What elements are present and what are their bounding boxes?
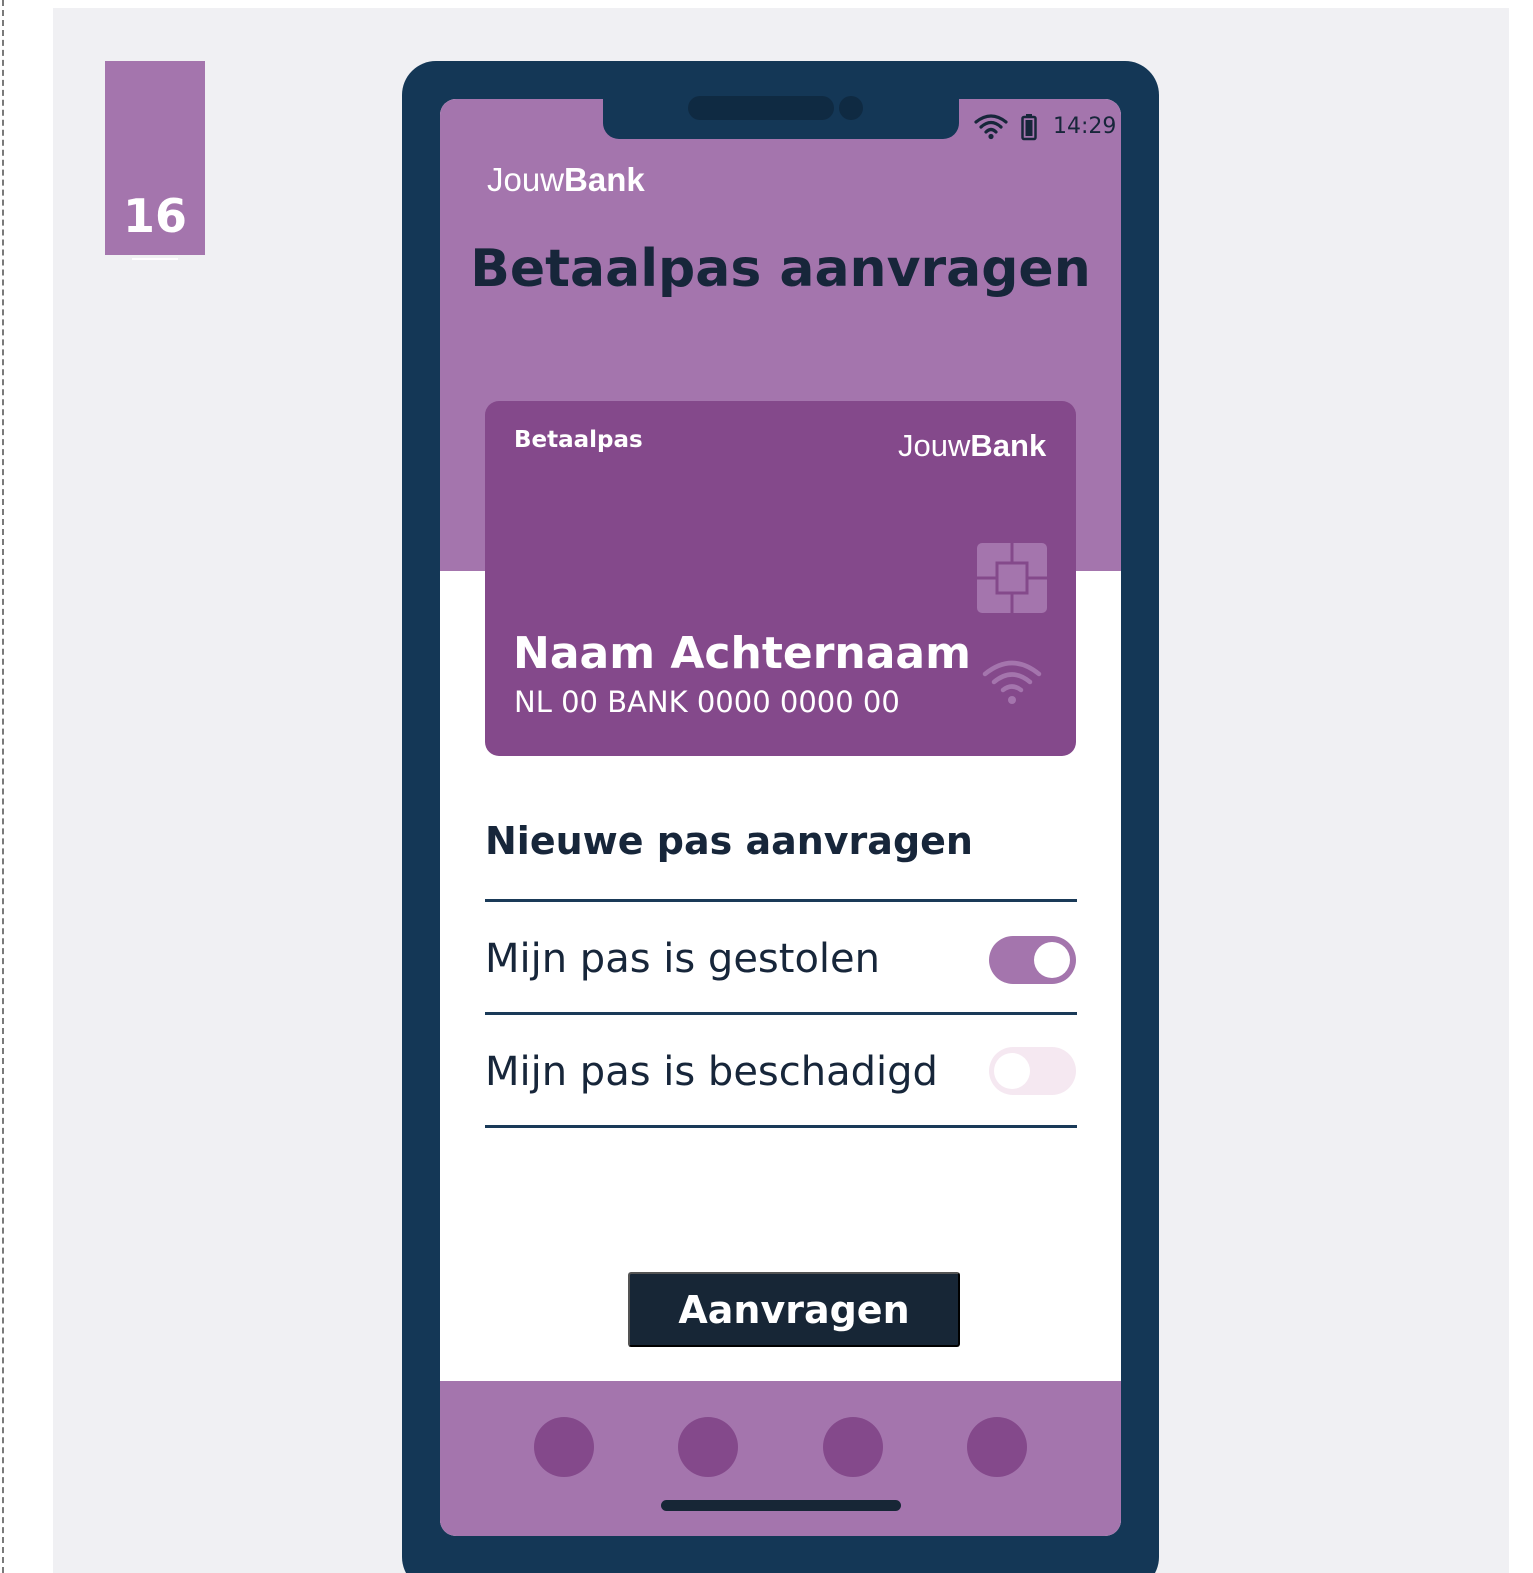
page-title: Betaalpas aanvragen: [470, 239, 1091, 299]
toggle-knob: [1034, 942, 1070, 978]
logo-text-bold: Bank: [564, 161, 645, 198]
page-number: 16: [122, 189, 187, 243]
page-number-underline: [132, 258, 178, 260]
divider: [485, 899, 1077, 902]
option-stolen-toggle[interactable]: [989, 936, 1076, 984]
option-damaged-toggle[interactable]: [989, 1047, 1076, 1095]
contactless-icon: [982, 660, 1042, 704]
dashed-border: [2, 0, 4, 1573]
nav-item-2[interactable]: [678, 1417, 738, 1477]
option-damaged-label: Mijn pas is beschadigd: [485, 1049, 938, 1095]
submit-button[interactable]: Aanvragen: [628, 1272, 960, 1347]
toggle-knob: [994, 1053, 1030, 1089]
logo-text-light: Jouw: [487, 161, 565, 198]
nav-item-1[interactable]: [534, 1417, 594, 1477]
app-logo: JouwBank: [487, 163, 645, 196]
speaker-grille: [688, 96, 834, 120]
card-holder-name: Naam Achternaam: [513, 628, 971, 679]
card-iban: NL 00 BANK 0000 0000 00: [514, 685, 900, 719]
nav-item-3[interactable]: [823, 1417, 883, 1477]
nav-item-4[interactable]: [967, 1417, 1027, 1477]
card-logo: JouwBank: [898, 430, 1046, 461]
battery-icon: [1021, 114, 1037, 141]
card-chip-icon: [977, 543, 1047, 613]
section-title: Nieuwe pas aanvragen: [485, 819, 973, 863]
divider: [485, 1125, 1077, 1128]
divider: [485, 1012, 1077, 1015]
card-logo-text-light: Jouw: [898, 428, 971, 463]
front-camera: [839, 96, 863, 120]
wifi-icon: [974, 114, 1008, 140]
status-time: 14:29: [1053, 114, 1117, 139]
card-logo-text-bold: Bank: [970, 428, 1047, 463]
card-type-label: Betaalpas: [514, 427, 643, 453]
page-number-badge: 16: [105, 61, 205, 260]
home-indicator[interactable]: [661, 1500, 901, 1511]
option-stolen-label: Mijn pas is gestolen: [485, 936, 880, 982]
